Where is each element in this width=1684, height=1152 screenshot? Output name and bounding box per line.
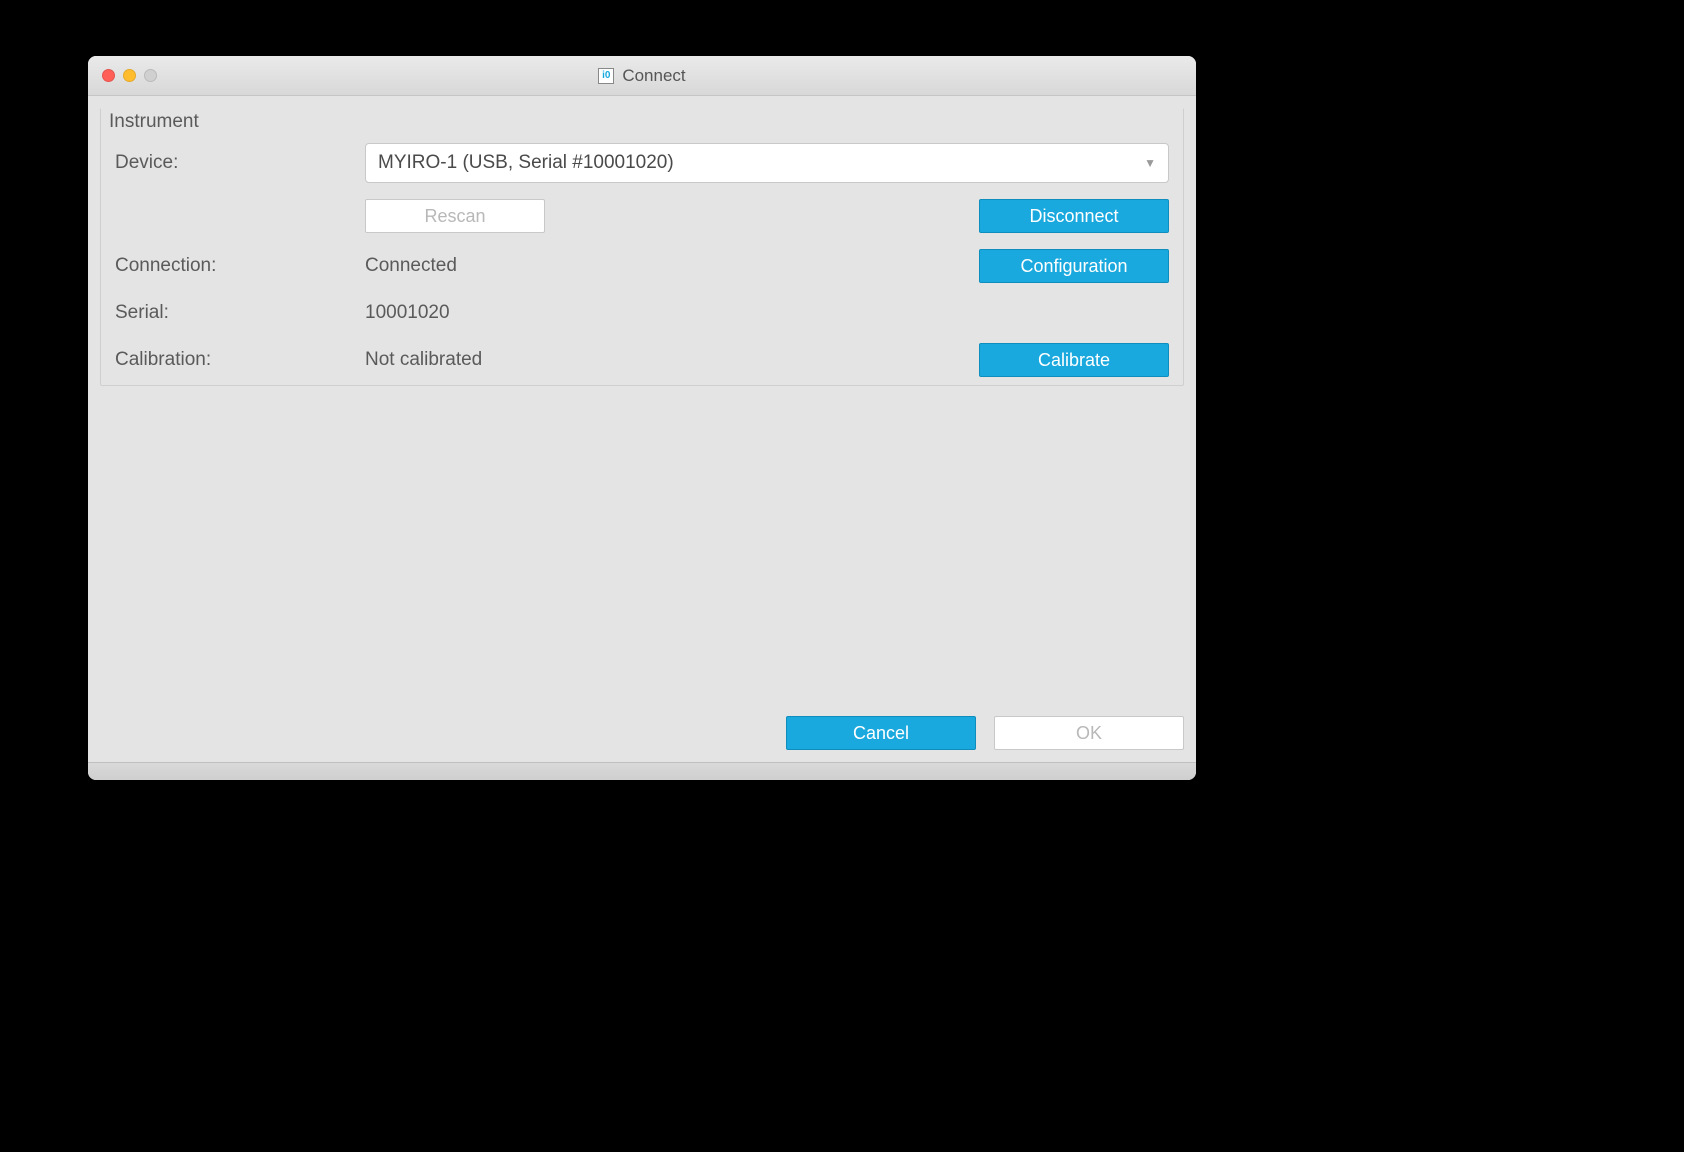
chevron-down-icon: ▼: [1144, 156, 1156, 170]
minimize-icon[interactable]: [123, 69, 136, 82]
serial-row: Serial: 10001020: [101, 291, 1183, 335]
device-row: Device: MYIRO-1 (USB, Serial #10001020) …: [101, 135, 1183, 191]
configuration-button[interactable]: Configuration: [979, 249, 1169, 283]
device-value-col: MYIRO-1 (USB, Serial #10001020) ▼: [365, 143, 1169, 183]
maximize-icon: [144, 69, 157, 82]
device-label: Device:: [115, 152, 365, 174]
calibrate-button[interactable]: Calibrate: [979, 343, 1169, 377]
rescan-row: Rescan Disconnect: [101, 191, 1183, 241]
connect-window: i0 Connect Instrument Device: MYIRO-1 (U…: [88, 56, 1196, 780]
window-title: Connect: [622, 66, 685, 86]
close-icon[interactable]: [102, 69, 115, 82]
resize-bar[interactable]: [88, 762, 1196, 780]
connection-row: Connection: Connected Configuration: [101, 241, 1183, 291]
cancel-button[interactable]: Cancel: [786, 716, 976, 750]
connection-value: Connected: [365, 255, 969, 277]
calibration-value: Not calibrated: [365, 349, 969, 371]
rescan-button: Rescan: [365, 199, 545, 233]
titlebar[interactable]: i0 Connect: [88, 56, 1196, 96]
disconnect-button[interactable]: Disconnect: [979, 199, 1169, 233]
title-wrap: i0 Connect: [88, 66, 1196, 86]
serial-value: 10001020: [365, 302, 969, 324]
instrument-group: Instrument Device: MYIRO-1 (USB, Serial …: [100, 108, 1184, 386]
group-title: Instrument: [101, 107, 1183, 133]
calibration-row: Calibration: Not calibrated Calibrate: [101, 335, 1183, 385]
device-selected: MYIRO-1 (USB, Serial #10001020): [378, 152, 674, 174]
ok-button: OK: [994, 716, 1184, 750]
traffic-lights: [88, 69, 157, 82]
app-icon: i0: [598, 68, 614, 84]
connection-label: Connection:: [115, 255, 365, 277]
device-dropdown[interactable]: MYIRO-1 (USB, Serial #10001020) ▼: [365, 143, 1169, 183]
dialog-footer: Cancel OK: [100, 702, 1184, 750]
serial-label: Serial:: [115, 302, 365, 324]
calibration-label: Calibration:: [115, 349, 365, 371]
content-area: Instrument Device: MYIRO-1 (USB, Serial …: [88, 96, 1196, 762]
